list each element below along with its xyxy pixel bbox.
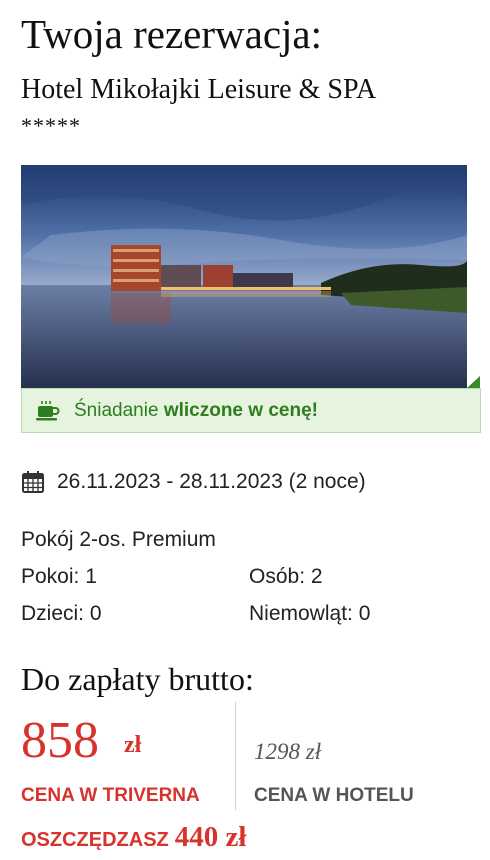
payment-title: Do zapłaty brutto:	[21, 661, 254, 697]
page-title: Twoja rezerwacja:	[21, 11, 323, 57]
calendar-icon	[21, 470, 45, 494]
hotel-price: 1298 zł	[254, 739, 322, 764]
hotel-stars: *****	[21, 113, 81, 138]
rooms-count: Pokoi: 1	[21, 565, 97, 588]
coffee-cup-icon	[36, 400, 60, 422]
hotel-price-label: CENA W HOTELU	[254, 785, 414, 806]
infants-count: Niemowląt: 0	[249, 602, 371, 625]
hotel-photo[interactable]	[21, 165, 467, 388]
savings: OSZCZĘDZASZ 440 zł	[21, 821, 246, 854]
hotel-name[interactable]: Hotel Mikołajki Leisure & SPA	[21, 74, 376, 106]
children-count: Dzieci: 0	[21, 602, 102, 625]
savings-label: OSZCZĘDZASZ	[21, 829, 169, 851]
breakfast-badge-fold	[467, 376, 480, 388]
dates-text: 26.11.2023 - 28.11.2023 (2 noce)	[57, 470, 366, 493]
triverna-price: 858	[21, 712, 99, 769]
triverna-price-label: CENA W TRIVERNA	[21, 785, 200, 806]
triverna-price-currency: zł	[124, 732, 142, 758]
price-divider	[235, 702, 236, 810]
breakfast-badge: Śniadanie wliczone w cenę!	[21, 388, 481, 433]
persons-count: Osób: 2	[249, 565, 323, 588]
savings-amount: 440 zł	[174, 821, 247, 853]
breakfast-text: Śniadanie wliczone w cenę!	[74, 400, 318, 422]
room-type: Pokój 2-os. Premium	[21, 528, 216, 551]
breakfast-prefix: Śniadanie	[74, 399, 159, 421]
stay-dates: 26.11.2023 - 28.11.2023 (2 noce)	[21, 470, 366, 494]
breakfast-included: wliczone w cenę!	[163, 399, 318, 421]
